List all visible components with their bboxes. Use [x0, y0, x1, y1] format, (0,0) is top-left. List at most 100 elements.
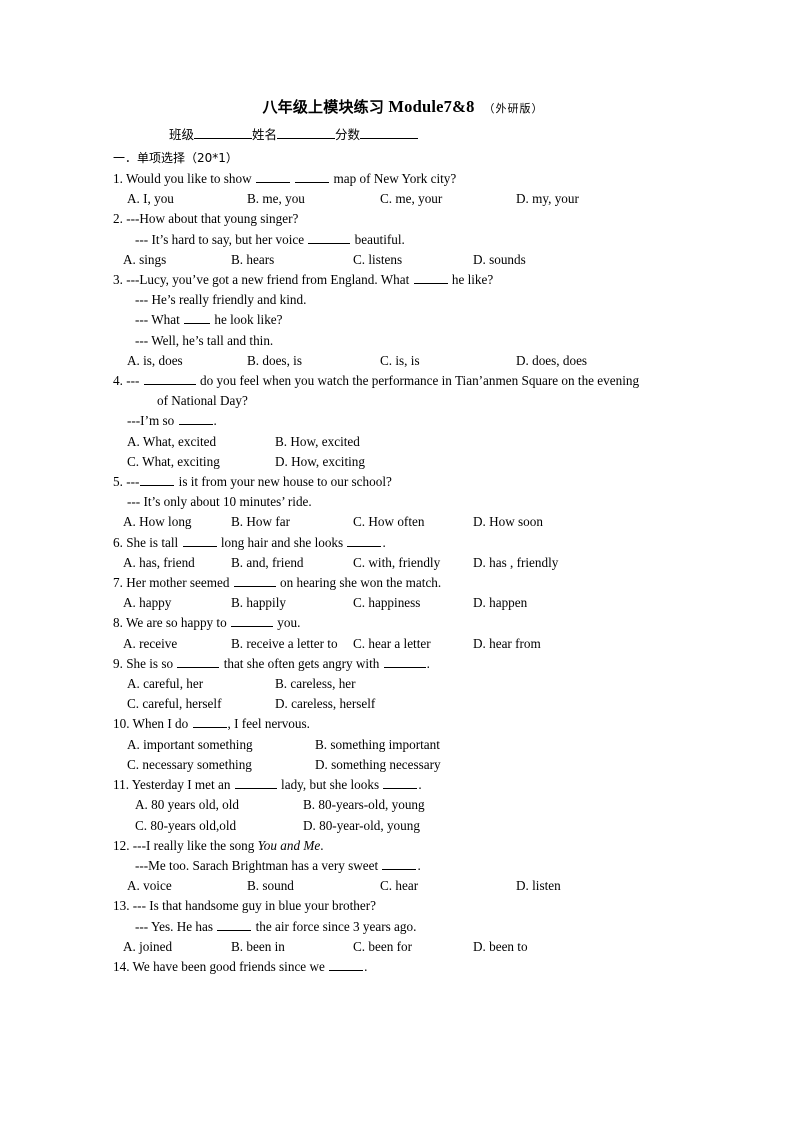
option-q8-b[interactable]: B. receive a letter to [231, 634, 353, 654]
options-row: C. necessary something D. something neces… [113, 755, 693, 775]
option-q11-b[interactable]: D. 80-year-old, young [303, 816, 420, 836]
option-q12-b[interactable]: B. sound [247, 876, 380, 896]
option-q13-b[interactable]: B. been in [231, 937, 353, 957]
option-q5-b[interactable]: B. How far [231, 512, 353, 532]
option-q10-b[interactable]: B. something important [315, 735, 440, 755]
label-class: 班级 [169, 127, 195, 142]
answer-blank[interactable] [255, 170, 290, 183]
options-row: A. voice B. sound C. hear D. listen [113, 876, 693, 896]
options-row: A. careful, her B. careless, her [113, 674, 693, 694]
option-q4-a[interactable]: C. What, exciting [113, 452, 275, 472]
answer-blank[interactable] [347, 534, 382, 547]
class-blank[interactable] [194, 126, 253, 139]
option-q7-d[interactable]: D. happen [473, 593, 527, 613]
answer-blank[interactable] [231, 615, 273, 628]
option-q1-a[interactable]: A. I, you [113, 189, 247, 209]
option-q6-d[interactable]: D. has , friendly [473, 553, 558, 573]
option-q4-a[interactable]: A. What, excited [113, 432, 275, 452]
option-q3-b[interactable]: B. does, is [247, 351, 380, 371]
question-block: 8. We are so happy to you. A. receive B. r… [113, 613, 693, 653]
option-q1-d[interactable]: D. my, your [516, 189, 579, 209]
answer-blank[interactable] [217, 918, 252, 931]
answer-blank[interactable] [178, 413, 213, 426]
option-q3-d[interactable]: D. does, does [516, 351, 587, 371]
option-q11-b[interactable]: B. 80-years-old, young [303, 795, 425, 815]
question-block: 4. --- do you feel when you watch the pe… [113, 371, 693, 472]
answer-blank[interactable] [140, 473, 175, 487]
options-row: A. is, does B. does, is C. is, is D. does, … [113, 351, 693, 371]
question-line: 3. ---Lucy, you’ve got a new friend from… [113, 271, 494, 288]
answer-blank[interactable] [184, 312, 211, 325]
option-q6-c[interactable]: C. with, friendly [353, 553, 473, 573]
question-line: ---Me too. Sarach Brightman has a very s… [135, 857, 421, 873]
option-q1-c[interactable]: C. me, your [380, 189, 516, 209]
answer-blank[interactable] [192, 716, 227, 729]
name-blank[interactable] [277, 126, 336, 139]
option-q9-b[interactable]: D. careless, herself [275, 694, 375, 714]
option-q13-d[interactable]: D. been to [473, 937, 528, 957]
option-q12-d[interactable]: D. listen [516, 876, 561, 896]
option-q3-a[interactable]: A. is, does [113, 351, 247, 371]
answer-blank[interactable] [177, 655, 220, 668]
option-q4-b[interactable]: B. How, excited [275, 432, 360, 452]
option-q13-c[interactable]: C. been for [353, 937, 473, 957]
question-line: 8. We are so happy to you. [113, 615, 301, 631]
option-q6-a[interactable]: A. has, friend [113, 553, 231, 573]
option-q10-a[interactable]: A. important something [113, 735, 315, 755]
option-q5-d[interactable]: D. How soon [473, 512, 543, 532]
question-line: ---I’m so . [127, 413, 217, 429]
options-row: A. joined B. been in C. been for D. been to [113, 937, 693, 957]
option-q1-b[interactable]: B. me, you [247, 189, 380, 209]
option-q8-d[interactable]: D. hear from [473, 634, 541, 654]
answer-blank[interactable] [143, 372, 196, 386]
answer-blank[interactable] [308, 231, 351, 244]
question-line: 5. --- is it from your new house to our … [113, 473, 392, 490]
question-block: 10. When I do , I feel nervous. A. import… [113, 714, 693, 775]
answer-blank[interactable] [182, 534, 217, 547]
question-block: 7. Her mother seemed on hearing she won … [113, 573, 693, 613]
option-q8-c[interactable]: C. hear a letter [353, 634, 473, 654]
option-q2-b[interactable]: B. hears [231, 250, 353, 270]
question-block: 14. We have been good friends since we . [113, 957, 693, 977]
option-q12-c[interactable]: C. hear [380, 876, 516, 896]
question-block: 13. --- Is that handsome guy in blue you… [113, 896, 693, 957]
option-q9-b[interactable]: B. careless, her [275, 674, 356, 694]
option-q10-b[interactable]: D. something necessary [315, 755, 441, 775]
answer-blank[interactable] [329, 958, 364, 971]
score-blank[interactable] [360, 126, 419, 139]
option-q12-a[interactable]: A. voice [113, 876, 247, 896]
option-q11-a[interactable]: A. 80 years old, old [113, 795, 303, 815]
option-q2-d[interactable]: D. sounds [473, 250, 526, 270]
option-q7-b[interactable]: B. happily [231, 593, 353, 613]
option-q8-a[interactable]: A. receive [113, 634, 231, 654]
option-q7-a[interactable]: A. happy [113, 593, 231, 613]
title-chinese: 八年级上模块练习 [262, 98, 385, 116]
option-q13-a[interactable]: A. joined [113, 937, 231, 957]
answer-blank[interactable] [234, 776, 277, 790]
option-q4-b[interactable]: D. How, exciting [275, 452, 365, 472]
answer-blank[interactable] [233, 574, 276, 588]
option-q2-c[interactable]: C. listens [353, 250, 473, 270]
option-q7-c[interactable]: C. happiness [353, 593, 473, 613]
options-row: A. happy B. happily C. happiness D. happen [113, 593, 693, 613]
option-q3-c[interactable]: C. is, is [380, 351, 516, 371]
option-q5-a[interactable]: A. How long [113, 512, 231, 532]
option-q9-a[interactable]: A. careful, her [113, 674, 275, 694]
answer-blank[interactable] [413, 271, 448, 285]
option-q6-b[interactable]: B. and, friend [231, 553, 353, 573]
option-q11-a[interactable]: C. 80-years old,old [113, 816, 303, 836]
options-row: A. receive B. receive a letter to C. hear … [113, 634, 693, 654]
answer-blank[interactable] [383, 776, 418, 790]
options-row: A. What, excited B. How, excited [113, 432, 693, 452]
option-q2-a[interactable]: A. sings [113, 250, 231, 270]
answer-blank[interactable] [295, 170, 330, 183]
section-heading: 一．单项选择（20*1） [113, 151, 238, 165]
option-q10-a[interactable]: C. necessary something [113, 755, 315, 775]
option-q9-a[interactable]: C. careful, herself [113, 694, 275, 714]
question-line: --- He’s really friendly and kind. [135, 292, 307, 308]
student-info-line: 班级 姓名 分数 [113, 124, 693, 143]
option-q5-c[interactable]: C. How often [353, 512, 473, 532]
answer-blank[interactable] [382, 857, 417, 870]
question-line: 13. --- Is that handsome guy in blue you… [113, 898, 376, 914]
answer-blank[interactable] [383, 655, 426, 668]
